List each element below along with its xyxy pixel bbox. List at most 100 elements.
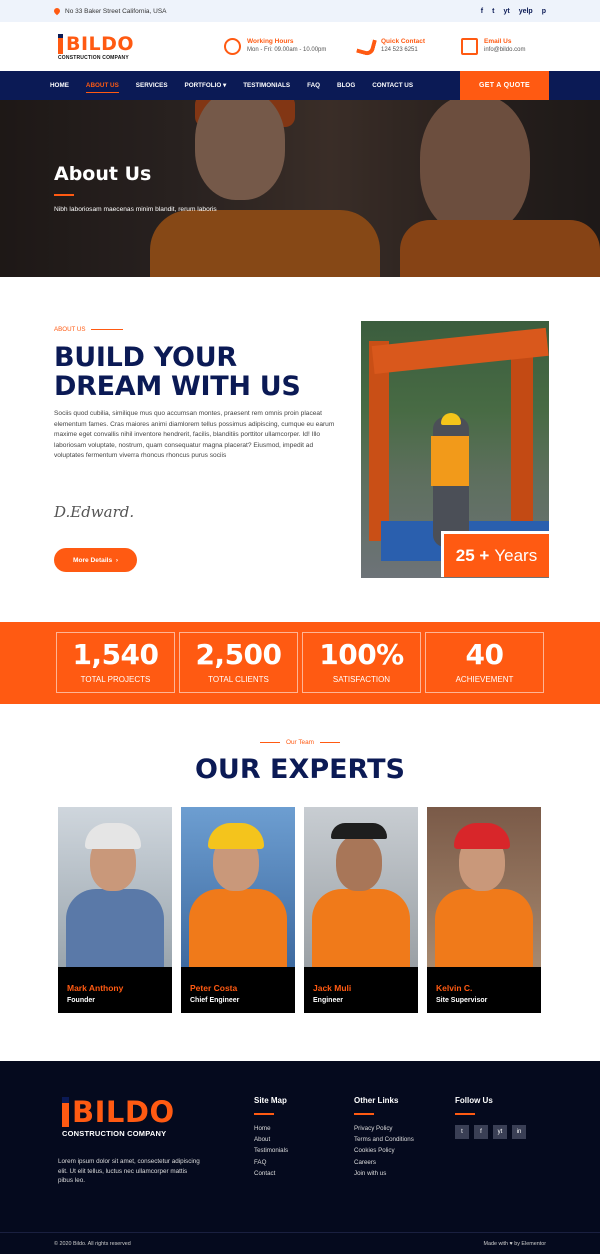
footer-link[interactable]: Contact	[254, 1170, 288, 1177]
brand-sub: CONSTRUCTION COMPANY	[62, 1129, 167, 1138]
logo[interactable]: BILDO CONSTRUCTION COMPANY	[58, 33, 134, 61]
working-hours: Working Hours Mon - Fri: 09.00am - 10.00p…	[224, 38, 326, 55]
vest-shape	[435, 889, 533, 967]
page-title: About Us	[54, 163, 152, 185]
member-name: Mark Anthony	[67, 983, 124, 993]
member-name: Jack Muli	[313, 983, 352, 993]
hero-overlay	[0, 100, 600, 277]
footer-col-title: Other Links	[354, 1096, 399, 1105]
footer-follow: Follow Us t f yt in	[455, 1096, 526, 1139]
stat-satisfaction: 100% SATISFACTION	[302, 632, 421, 693]
more-details-label: More Details	[72, 556, 113, 564]
nav-services[interactable]: SERVICES	[136, 71, 168, 100]
info-title: Email Us	[484, 38, 512, 45]
team-heading: OUR EXPERTS	[194, 754, 405, 785]
more-details-button[interactable]: More Details ›	[54, 548, 137, 572]
about-heading: BUILD YOUR DREAM WITH US	[54, 342, 301, 402]
stat-value: 1,540	[72, 638, 159, 671]
footer-col-underline	[354, 1113, 374, 1115]
footer-description: Lorem ipsum dolor sit amet, consectetur …	[58, 1158, 200, 1185]
team-card[interactable]: Peter Costa Chief Engineer	[181, 807, 295, 1013]
about-body: Sociis quod cubilia, similique mus quo a…	[54, 410, 335, 460]
hair-shape	[331, 823, 387, 839]
nav-faq[interactable]: FAQ	[307, 71, 320, 100]
location-pin-icon	[52, 6, 62, 16]
stat-label: TOTAL PROJECTS	[80, 675, 151, 684]
brand-name: BILDO	[66, 32, 135, 55]
facebook-icon[interactable]: f	[481, 8, 483, 15]
member-name: Kelvin C.	[436, 983, 473, 993]
footer-link[interactable]: Home	[254, 1125, 288, 1132]
stat-total-clients: 2,500 TOTAL CLIENTS	[179, 632, 298, 693]
team-section: Our Team OUR EXPERTS Mark Anthony Founde…	[0, 704, 600, 1061]
get-a-quote-button[interactable]: GET A QUOTE	[460, 71, 549, 100]
team-card[interactable]: Jack Muli Engineer	[304, 807, 418, 1013]
linkedin-icon[interactable]: in	[512, 1125, 526, 1139]
info-detail[interactable]: info@bildo.com	[484, 47, 525, 53]
face-shape	[336, 835, 382, 891]
brand-name: BILDO	[72, 1095, 175, 1129]
nav-blog[interactable]: BLOG	[337, 71, 355, 100]
address: No 33 Baker Street California, USA	[52, 6, 167, 16]
stats-band: 1,540 TOTAL PROJECTS 2,500 TOTAL CLIENTS 1…	[0, 622, 600, 704]
stat-value: 40	[465, 638, 504, 671]
footer-link[interactable]: Cookies Policy	[354, 1147, 414, 1154]
footer-link[interactable]: Privacy Policy	[354, 1125, 414, 1132]
nav-home[interactable]: HOME	[50, 71, 69, 100]
member-name: Peter Costa	[190, 983, 238, 993]
pinterest-icon[interactable]: p	[542, 8, 546, 15]
hero-banner: About Us Nibh laboriosam maecenas minim …	[0, 100, 600, 277]
team-kicker: Our Team	[0, 739, 600, 746]
team-card[interactable]: Kelvin C. Site Supervisor	[427, 807, 541, 1013]
footer-link[interactable]: Testimonials	[254, 1147, 288, 1154]
member-photo	[181, 807, 295, 967]
nav-portfolio[interactable]: PORTFOLIO ▾	[185, 71, 227, 100]
footer-link[interactable]: Terms and Conditions	[354, 1136, 414, 1143]
made-with-text: Made with ♥ by Elementor	[483, 1240, 546, 1247]
main-nav: HOME ABOUT US SERVICES PORTFOLIO ▾ TESTI…	[0, 71, 600, 100]
footer-col-title: Site Map	[254, 1096, 287, 1105]
nav-contact-us[interactable]: CONTACT US	[372, 71, 413, 100]
team-card[interactable]: Mark Anthony Founder	[58, 807, 172, 1013]
logo-mark-icon	[58, 33, 63, 54]
vest-shape	[189, 889, 287, 967]
footer-link[interactable]: Careers	[354, 1159, 414, 1166]
footer-logo[interactable]: BILDO CONSTRUCTION COMPANY	[62, 1095, 175, 1138]
footer-link[interactable]: About	[254, 1136, 288, 1143]
shirt-shape	[66, 889, 164, 967]
helmet-shape	[208, 823, 264, 849]
footer-link[interactable]: FAQ	[254, 1159, 288, 1166]
youtube-icon[interactable]: yt	[503, 8, 509, 15]
footer-col-underline	[455, 1113, 475, 1115]
info-detail: 124 523 6251	[381, 47, 418, 53]
facebook-icon[interactable]: f	[474, 1125, 488, 1139]
copyright-bar: © 2020 Bildo. All rights reserved Made w…	[0, 1232, 600, 1254]
copyright-text: © 2020 Bildo. All rights reserved	[54, 1240, 131, 1247]
footer-col-title: Follow Us	[455, 1096, 493, 1105]
nav-testimonials[interactable]: TESTIMONIALS	[243, 71, 290, 100]
footer-col-underline	[254, 1113, 274, 1115]
twitter-icon[interactable]: t	[492, 8, 494, 15]
footer-sitemap: Site Map Home About Testimonials FAQ Con…	[254, 1096, 288, 1181]
yelp-icon[interactable]: yelp	[519, 8, 533, 15]
footer-link[interactable]: Join with us	[354, 1170, 414, 1177]
stat-label: TOTAL CLIENTS	[208, 675, 269, 684]
brand-sub: CONSTRUCTION COMPANY	[58, 54, 129, 61]
worker-vest-shape	[431, 436, 469, 486]
clock-icon	[224, 38, 241, 55]
member-photo	[304, 807, 418, 967]
twitter-icon[interactable]: t	[455, 1125, 469, 1139]
top-social: f t yt yelp p	[481, 8, 546, 15]
email-us: Email Us info@bildo.com	[461, 38, 525, 55]
stat-value: 2,500	[195, 638, 282, 671]
stat-achievement: 40 ACHIEVEMENT	[425, 632, 544, 693]
years-badge: 25 + Years	[441, 531, 549, 577]
member-role: Chief Engineer	[190, 997, 240, 1004]
nav-about-us[interactable]: ABOUT US	[85, 71, 119, 100]
phone-icon	[356, 36, 377, 57]
youtube-icon[interactable]: yt	[493, 1125, 507, 1139]
vest-shape	[312, 889, 410, 967]
logo-mark-icon	[62, 1097, 69, 1127]
member-photo	[427, 807, 541, 967]
stat-total-projects: 1,540 TOTAL PROJECTS	[56, 632, 175, 693]
